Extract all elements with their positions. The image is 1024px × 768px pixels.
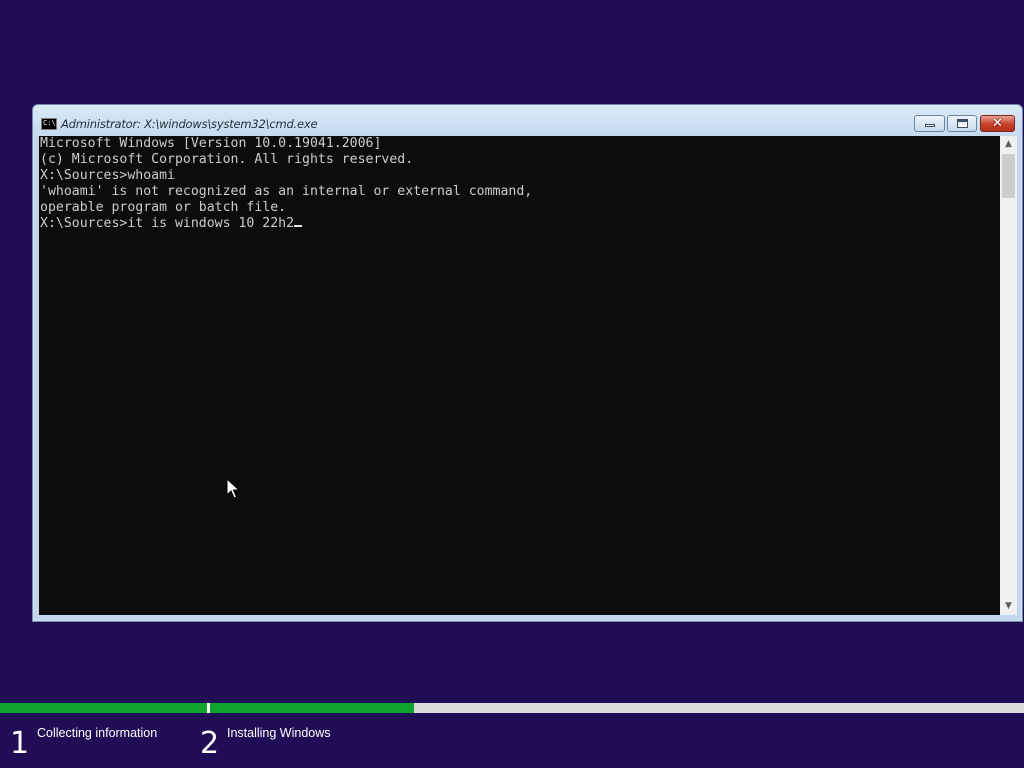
cmd-window[interactable]: C:\ Administrator: X:\windows\system32\c… <box>32 104 1023 622</box>
step-label: Collecting information <box>37 726 158 740</box>
console-input-line[interactable]: X:\Sources>it is windows 10 22h2 <box>39 216 1000 232</box>
progress-fill <box>210 703 414 713</box>
maximize-button[interactable] <box>947 115 977 132</box>
scrollbar-thumb[interactable] <box>1002 154 1015 198</box>
progress-fill <box>0 703 207 713</box>
console-command: X:\Sources>it is windows 10 22h2 <box>40 216 295 231</box>
console-line: X:\Sources>whoami <box>40 168 175 183</box>
command-prompt-icon[interactable]: C:\ <box>41 118 57 130</box>
mouse-pointer-icon <box>226 478 240 499</box>
window-title: Administrator: X:\windows\system32\cmd.e… <box>61 117 318 131</box>
minimize-icon <box>925 124 935 127</box>
step-number: 1 <box>10 726 30 761</box>
console-line: operable program or batch file. <box>40 200 287 215</box>
scroll-down-arrow-icon[interactable]: ▼ <box>1000 598 1017 615</box>
vertical-scrollbar[interactable]: ▲ ▼ <box>1000 136 1017 615</box>
close-icon: ✕ <box>992 116 1003 131</box>
console-line: 'whoami' is not recognized as an interna… <box>40 184 533 199</box>
console-line: Microsoft Windows [Version 10.0.19041.20… <box>40 136 382 151</box>
setup-screen: C:\ Administrator: X:\windows\system32\c… <box>0 0 1024 768</box>
progress-segment-installing <box>210 703 1024 713</box>
close-button[interactable]: ✕ <box>980 115 1015 132</box>
maximize-icon <box>957 119 968 128</box>
minimize-button[interactable] <box>914 115 945 132</box>
console-output[interactable]: Microsoft Windows [Version 10.0.19041.20… <box>39 136 1000 615</box>
setup-progress-bar <box>0 703 1024 713</box>
console-line: (c) Microsoft Corporation. All rights re… <box>40 152 414 167</box>
title-bar[interactable]: C:\ Administrator: X:\windows\system32\c… <box>33 105 1022 136</box>
step-label: Installing Windows <box>227 726 331 740</box>
step-number: 2 <box>200 726 220 761</box>
scroll-up-arrow-icon[interactable]: ▲ <box>1000 136 1017 153</box>
progress-segment-collecting <box>0 703 207 713</box>
text-cursor <box>294 225 303 227</box>
